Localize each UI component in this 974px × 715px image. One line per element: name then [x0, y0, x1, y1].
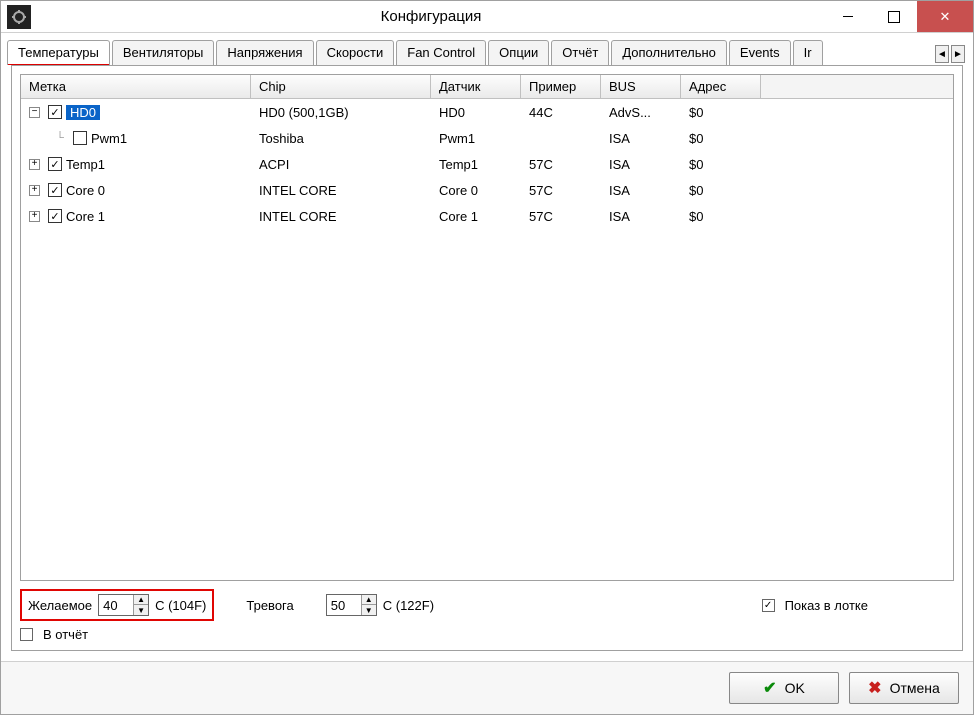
table-row[interactable]: +Temp1ACPITemp157CISA$0: [21, 151, 953, 177]
cell-bus: ISA: [601, 179, 681, 202]
ok-button[interactable]: ✔ OK: [729, 672, 839, 704]
tab-температуры[interactable]: Температуры: [7, 40, 110, 65]
cell-addr: $0: [681, 179, 761, 202]
tab-напряжения[interactable]: Напряжения: [216, 40, 313, 65]
window-controls: [825, 1, 973, 32]
collapse-icon[interactable]: −: [29, 107, 40, 118]
cross-icon: ✖: [868, 678, 881, 698]
row-checkbox[interactable]: [48, 105, 62, 119]
cell-addr: $0: [681, 205, 761, 228]
show-tray-label: Показ в лотке: [785, 598, 868, 613]
bottom-controls: Желаемое ▲ ▼ C (104F) Тревога: [20, 589, 954, 642]
expand-icon[interactable]: +: [29, 185, 40, 196]
cell-sample: 44C: [521, 101, 601, 124]
alarm-label: Тревога: [246, 598, 293, 613]
cell-sensor: Core 1: [431, 205, 521, 228]
cell-chip: ACPI: [251, 153, 431, 176]
cell-bus: ISA: [601, 205, 681, 228]
tab-вентиляторы[interactable]: Вентиляторы: [112, 40, 215, 65]
row-label: Temp1: [66, 157, 105, 172]
list-header: Метка Chip Датчик Пример BUS Адрес: [21, 75, 953, 99]
col-bus[interactable]: BUS: [601, 75, 681, 98]
cell-sample: [521, 134, 601, 142]
in-report-check[interactable]: [20, 628, 33, 641]
cell-sensor: Pwm1: [431, 127, 521, 150]
desired-suffix: C (104F): [155, 598, 206, 613]
expand-icon[interactable]: +: [29, 211, 40, 222]
cell-bus: ISA: [601, 153, 681, 176]
alarm-up[interactable]: ▲: [362, 595, 376, 605]
tab-page: Метка Chip Датчик Пример BUS Адрес −HD0H…: [11, 65, 963, 651]
tab-scroll: ◄ ►: [931, 45, 967, 65]
in-report-label: В отчёт: [43, 627, 88, 642]
row-label: HD0: [66, 105, 100, 120]
tab-скорости[interactable]: Скорости: [316, 40, 395, 65]
expand-icon[interactable]: +: [29, 159, 40, 170]
sensor-list[interactable]: Метка Chip Датчик Пример BUS Адрес −HD0H…: [20, 74, 954, 581]
cell-sensor: Core 0: [431, 179, 521, 202]
app-icon: [7, 5, 31, 29]
row-checkbox[interactable]: [48, 183, 62, 197]
desired-up[interactable]: ▲: [134, 595, 148, 605]
dialog-button-bar: ✔ OK ✖ Отмена: [1, 661, 973, 714]
desired-label: Желаемое: [28, 598, 92, 613]
desired-input[interactable]: [99, 595, 133, 615]
close-button[interactable]: [917, 1, 973, 32]
minimize-button[interactable]: [825, 1, 871, 32]
cell-chip: INTEL CORE: [251, 179, 431, 202]
titlebar: Конфигурация: [1, 1, 973, 33]
alarm-suffix: C (122F): [383, 598, 434, 613]
cell-sample: 57C: [521, 205, 601, 228]
col-sensor[interactable]: Датчик: [431, 75, 521, 98]
row-label: Core 1: [66, 209, 105, 224]
window-title: Конфигурация: [37, 8, 825, 25]
cell-sample: 57C: [521, 153, 601, 176]
row-label: Pwm1: [91, 131, 127, 146]
tab-отчёт[interactable]: Отчёт: [551, 40, 609, 65]
cancel-button[interactable]: ✖ Отмена: [849, 672, 959, 704]
table-row[interactable]: −HD0HD0 (500,1GB)HD044CAdvS...$0: [21, 99, 953, 125]
alarm-down[interactable]: ▼: [362, 605, 376, 615]
alarm-input[interactable]: [327, 595, 361, 615]
desired-spin[interactable]: ▲ ▼: [98, 594, 149, 616]
col-chip[interactable]: Chip: [251, 75, 431, 98]
row-label: Core 0: [66, 183, 105, 198]
cell-addr: $0: [681, 127, 761, 150]
col-label[interactable]: Метка: [21, 75, 251, 98]
tab-events[interactable]: Events: [729, 40, 791, 65]
col-addr[interactable]: Адрес: [681, 75, 761, 98]
cell-addr: $0: [681, 101, 761, 124]
cell-addr: $0: [681, 153, 761, 176]
table-row[interactable]: +Core 1INTEL CORECore 157CISA$0: [21, 203, 953, 229]
tab-fan control[interactable]: Fan Control: [396, 40, 486, 65]
cell-bus: AdvS...: [601, 101, 681, 124]
tab-scroll-left[interactable]: ◄: [935, 45, 949, 63]
list-body: −HD0HD0 (500,1GB)HD044CAdvS...$0└Pwm1Tos…: [21, 99, 953, 580]
desired-temp-highlight: Желаемое ▲ ▼ C (104F): [20, 589, 214, 621]
cell-sensor: Temp1: [431, 153, 521, 176]
cell-chip: INTEL CORE: [251, 205, 431, 228]
table-row[interactable]: └Pwm1ToshibaPwm1ISA$0: [21, 125, 953, 151]
tab-strip: ТемпературыВентиляторыНапряженияСкорости…: [1, 33, 973, 65]
alarm-spin[interactable]: ▲ ▼: [326, 594, 377, 616]
row-checkbox[interactable]: [48, 209, 62, 223]
show-tray-check[interactable]: [762, 599, 775, 612]
desired-down[interactable]: ▼: [134, 605, 148, 615]
check-icon: ✔: [763, 678, 776, 698]
cell-chip: Toshiba: [251, 127, 431, 150]
tab-дополнительно[interactable]: Дополнительно: [611, 40, 727, 65]
col-sample[interactable]: Пример: [521, 75, 601, 98]
cell-sample: 57C: [521, 179, 601, 202]
row-checkbox[interactable]: [73, 131, 87, 145]
table-row[interactable]: +Core 0INTEL CORECore 057CISA$0: [21, 177, 953, 203]
tab-ir[interactable]: Ir: [793, 40, 823, 65]
row-checkbox[interactable]: [48, 157, 62, 171]
cell-sensor: HD0: [431, 101, 521, 124]
tab-scroll-right[interactable]: ►: [951, 45, 965, 63]
tab-опции[interactable]: Опции: [488, 40, 549, 65]
cell-chip: HD0 (500,1GB): [251, 101, 431, 124]
cell-bus: ISA: [601, 127, 681, 150]
config-window: Конфигурация ТемпературыВентиляторыНапря…: [0, 0, 974, 715]
maximize-button[interactable]: [871, 1, 917, 32]
